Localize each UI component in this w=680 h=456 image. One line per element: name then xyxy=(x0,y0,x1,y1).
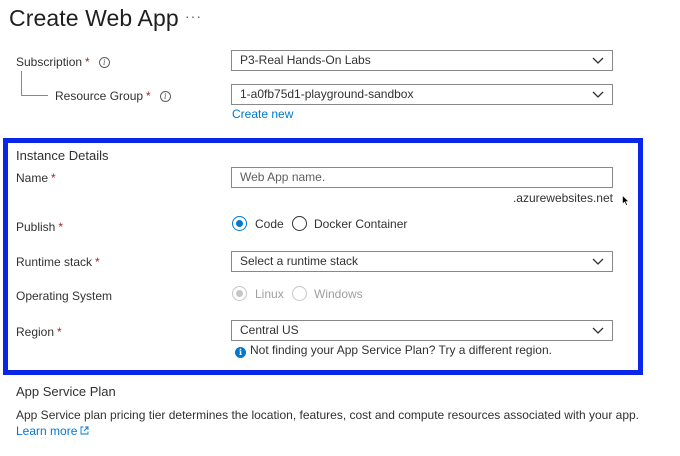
publish-docker-radio[interactable] xyxy=(292,216,307,231)
publish-code-radio[interactable] xyxy=(232,216,247,231)
chevron-down-icon xyxy=(592,327,604,334)
runtime-stack-placeholder: Select a runtime stack xyxy=(240,254,359,268)
name-label: Name * xyxy=(16,171,56,185)
region-hint-text: Not finding your App Service Plan? Try a… xyxy=(250,343,552,357)
name-label-text: Name xyxy=(16,171,49,185)
chevron-down-icon xyxy=(592,91,604,98)
os-linux-label: Linux xyxy=(255,287,284,301)
web-app-name-placeholder: Web App name. xyxy=(240,170,326,184)
required-marker: * xyxy=(51,171,56,185)
learn-more-link[interactable]: Learn more xyxy=(16,424,89,438)
subscription-label: Subscription * i xyxy=(16,55,110,69)
required-marker: * xyxy=(146,89,151,103)
info-icon[interactable]: i xyxy=(159,91,171,102)
publish-label-text: Publish xyxy=(16,220,56,234)
os-linux-radio[interactable] xyxy=(232,286,247,301)
runtime-stack-label: Runtime stack * xyxy=(16,255,100,269)
resource-group-label-text: Resource Group xyxy=(55,89,144,103)
web-app-name-input[interactable]: Web App name. xyxy=(231,167,613,188)
region-label-text: Region xyxy=(16,325,55,339)
region-select[interactable]: Central US xyxy=(231,320,613,341)
domain-suffix: .azurewebsites.net xyxy=(512,191,613,205)
publish-label: Publish * xyxy=(16,220,63,234)
required-marker: * xyxy=(57,325,62,339)
required-marker: * xyxy=(58,220,64,234)
os-windows-label: Windows xyxy=(314,287,363,301)
create-new-link[interactable]: Create new xyxy=(232,107,293,121)
external-link-icon xyxy=(80,426,89,435)
learn-more-text[interactable]: Learn more xyxy=(16,424,77,438)
tree-connector xyxy=(21,71,22,95)
os-label: Operating System xyxy=(16,289,113,303)
info-filled-icon: i xyxy=(235,347,246,358)
chevron-down-icon xyxy=(592,258,604,265)
runtime-stack-select[interactable]: Select a runtime stack xyxy=(231,251,613,272)
subscription-select[interactable]: P3-Real Hands-On Labs xyxy=(231,50,613,71)
region-hint: i Not finding your App Service Plan? Try … xyxy=(235,343,552,358)
region-label: Region * xyxy=(16,325,62,339)
os-windows-radio[interactable] xyxy=(292,286,307,301)
info-icon[interactable]: i xyxy=(98,57,110,68)
publish-code-label[interactable]: Code xyxy=(255,217,284,231)
publish-docker-label[interactable]: Docker Container xyxy=(314,217,407,231)
instance-details-title: Instance Details xyxy=(16,148,109,163)
subscription-value: P3-Real Hands-On Labs xyxy=(240,53,371,67)
app-service-plan-title: App Service Plan xyxy=(16,384,116,399)
resource-group-label: Resource Group * i xyxy=(55,89,171,103)
resource-group-select[interactable]: 1-a0fb75d1-playground-sandbox xyxy=(231,84,613,105)
region-value: Central US xyxy=(240,323,299,337)
app-service-plan-description: App Service plan pricing tier determines… xyxy=(16,408,639,422)
tree-connector-horizontal xyxy=(21,95,48,96)
more-options-icon[interactable]: ··· xyxy=(185,8,202,24)
mouse-cursor-icon xyxy=(622,195,630,206)
subscription-label-text: Subscription xyxy=(16,55,83,69)
chevron-down-icon xyxy=(592,57,604,64)
required-marker: * xyxy=(85,55,90,69)
resource-group-value: 1-a0fb75d1-playground-sandbox xyxy=(240,87,414,101)
page-title: Create Web App xyxy=(9,5,179,31)
required-marker: * xyxy=(95,255,100,269)
runtime-stack-label-text: Runtime stack xyxy=(16,255,93,269)
